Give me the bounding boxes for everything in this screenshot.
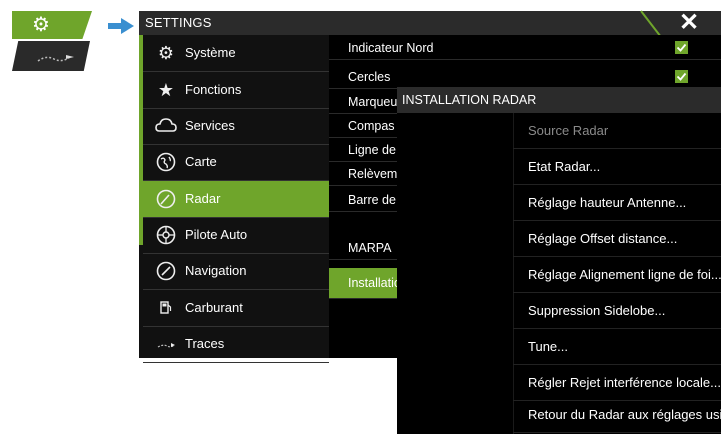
- row-label: Marqueu: [348, 95, 398, 109]
- sidebar-item-label: Fonctions: [185, 82, 242, 97]
- option-retour-reglages-usine[interactable]: Retour du Radar aux réglages usine.: [513, 397, 721, 433]
- window-title: SETTINGS: [145, 15, 212, 30]
- cloud-icon: [155, 115, 177, 137]
- installation-radar-dialog: INSTALLATION RADAR Source Radar Etat Rad…: [397, 87, 721, 434]
- dialog-title-bar: INSTALLATION RADAR: [397, 87, 721, 113]
- arrow-right-icon: [108, 18, 134, 34]
- option-rejet-interference[interactable]: Régler Rejet interférence locale...: [513, 365, 721, 401]
- globe-icon: [155, 151, 177, 173]
- option-reglage-alignement[interactable]: Réglage Alignement ligne de foi...: [513, 257, 721, 293]
- row-label: Cercles: [348, 70, 391, 84]
- option-label: Tune...: [528, 339, 568, 354]
- settings-sidebar: ⚙ Système ★ Fonctions Services Carte Rad…: [139, 35, 329, 363]
- row-label: Relèveme: [348, 167, 405, 181]
- option-etat-radar[interactable]: Etat Radar...: [513, 149, 721, 185]
- row-indicateur-nord[interactable]: Indicateur Nord: [329, 37, 721, 60]
- sidebar-item-label: Radar: [185, 191, 221, 206]
- sidebar-item-systeme[interactable]: ⚙ Système: [143, 35, 329, 72]
- compass-icon: [155, 260, 177, 282]
- star-icon: ★: [157, 80, 175, 100]
- sidebar-item-pilote-auto[interactable]: Pilote Auto: [143, 217, 329, 254]
- sidebar-item-carburant[interactable]: Carburant: [143, 290, 329, 327]
- dialog-left-panel: [397, 113, 514, 434]
- option-label: Suppression Sidelobe...: [528, 303, 666, 318]
- row-label: Installatio: [348, 276, 401, 290]
- checkbox-checked[interactable]: [675, 41, 688, 54]
- option-label: Réglage hauteur Antenne...: [528, 195, 687, 210]
- sidebar-item-fonctions[interactable]: ★ Fonctions: [143, 72, 329, 109]
- gear-icon: ⚙: [157, 43, 175, 63]
- row-label: Indicateur Nord: [348, 41, 434, 55]
- option-tune[interactable]: Tune...: [513, 329, 721, 365]
- title-divider-slash: [640, 10, 662, 37]
- fuel-pump-icon: [155, 297, 177, 319]
- option-label: Retour du Radar aux réglages usine.: [528, 407, 721, 422]
- option-reglage-hauteur-antenne[interactable]: Réglage hauteur Antenne...: [513, 185, 721, 221]
- steering-wheel-icon: [155, 224, 177, 246]
- sidebar-item-radar[interactable]: Radar: [143, 181, 329, 218]
- gear-icon: ⚙: [32, 14, 50, 36]
- option-reglage-offset-distance[interactable]: Réglage Offset distance...: [513, 221, 721, 257]
- sidebar-item-carte[interactable]: Carte: [143, 144, 329, 181]
- track-icon: [155, 333, 177, 355]
- radar-icon: [155, 188, 177, 210]
- row-label: MARPA: [348, 241, 392, 255]
- sidebar-item-label: Pilote Auto: [185, 227, 248, 242]
- sidebar-item-traces[interactable]: Traces: [143, 326, 329, 363]
- boat-track-icon: [37, 55, 74, 62]
- sidebar-item-services[interactable]: Services: [143, 108, 329, 145]
- sidebar-item-navigation[interactable]: Navigation: [143, 253, 329, 290]
- sidebar-item-label: Système: [185, 45, 236, 60]
- option-suppression-sidelobe[interactable]: Suppression Sidelobe...: [513, 293, 721, 329]
- option-source-radar: Source Radar: [513, 113, 721, 149]
- row-label: Compas: [348, 119, 395, 133]
- option-label: Etat Radar...: [528, 159, 601, 174]
- option-label: Réglage Alignement ligne de foi...: [528, 267, 721, 282]
- checkbox-checked[interactable]: [675, 70, 688, 83]
- settings-tile-top: ⚙: [12, 11, 92, 39]
- settings-tile-bottom: [12, 41, 90, 71]
- sidebar-item-label: Traces: [185, 336, 225, 351]
- row-cercles[interactable]: Cercles: [329, 66, 721, 89]
- title-bar: SETTINGS ✕: [139, 10, 721, 37]
- sidebar-item-label: Services: [185, 118, 235, 133]
- close-button[interactable]: ✕: [671, 11, 707, 35]
- option-label: Régler Rejet interférence locale...: [528, 375, 721, 390]
- settings-shortcut-tile[interactable]: ⚙: [12, 11, 92, 71]
- sidebar-item-label: Carte: [185, 154, 217, 169]
- dialog-title: INSTALLATION RADAR: [402, 93, 537, 107]
- option-label: Source Radar: [528, 123, 609, 138]
- option-label: Réglage Offset distance...: [528, 231, 678, 246]
- sidebar-item-label: Carburant: [185, 300, 243, 315]
- sidebar-item-label: Navigation: [185, 263, 247, 278]
